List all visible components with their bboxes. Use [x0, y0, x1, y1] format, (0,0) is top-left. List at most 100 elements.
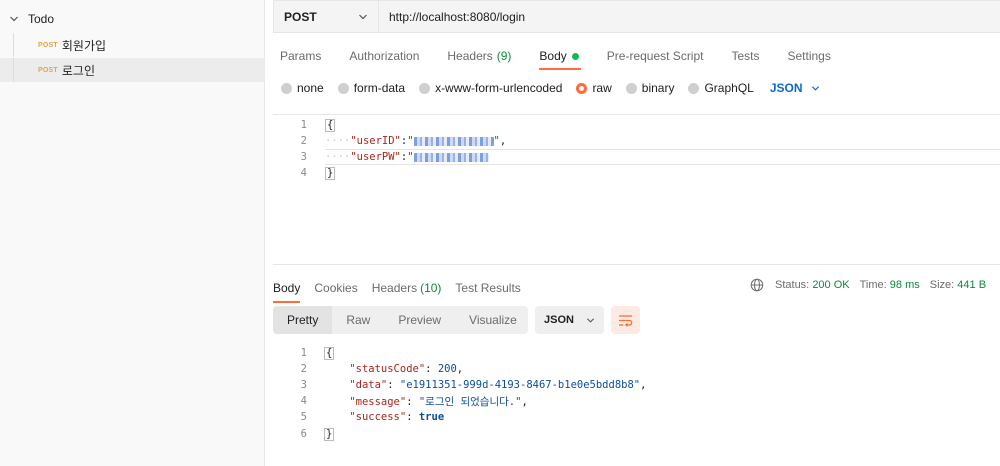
tree-guide	[13, 33, 14, 57]
json-value: "e1911351-999d-4193-8467-b1e0e5bdd8b8"	[399, 379, 641, 391]
tree-guide	[13, 58, 14, 82]
code-line: 4 }	[273, 165, 336, 181]
line-number: 5	[300, 411, 307, 423]
view-visualize-button[interactable]: Visualize	[455, 306, 531, 334]
body-type-raw[interactable]: raw	[576, 81, 612, 95]
method-select[interactable]: POST	[274, 1, 379, 32]
tab-body[interactable]: Body	[532, 42, 582, 70]
body-type-label: raw	[592, 81, 612, 95]
wrap-lines-icon	[619, 314, 633, 327]
tab-params[interactable]: Params	[273, 42, 321, 70]
tab-label: Headers	[371, 281, 418, 295]
wrap-lines-button[interactable]	[611, 306, 640, 334]
response-body[interactable]: 1 { 2 "statusCode": 200, 3 "data": "e191…	[273, 344, 1000, 454]
json-key: "message"	[349, 395, 407, 408]
body-type-binary[interactable]: binary	[625, 81, 675, 95]
chevron-down-icon[interactable]	[8, 13, 20, 25]
tab-label: Cookies	[314, 281, 358, 295]
size-readout[interactable]: Size: 441 B	[930, 279, 986, 291]
json-key: "statusCode"	[349, 363, 426, 375]
brace: {	[325, 118, 336, 132]
code-line: 2 ····"userID":" ",	[273, 133, 507, 149]
view-raw-button[interactable]: Raw	[332, 306, 384, 334]
redacted-value	[413, 136, 494, 146]
active-dot-icon	[571, 52, 579, 60]
collection-name: Todo	[28, 12, 55, 26]
json-value: "로그인 되었습니다."	[418, 395, 522, 408]
tab-headers[interactable]: Headers (9)	[440, 42, 511, 70]
sidebar-item-login[interactable]: POST 로그인	[0, 58, 265, 82]
line-number: 4	[300, 395, 307, 407]
request-name: 로그인	[61, 63, 95, 78]
time-label: Time:	[859, 279, 887, 291]
json-key: "data"	[349, 379, 388, 391]
method-tag: POST	[38, 41, 58, 49]
body-type-label: none	[297, 81, 324, 95]
tab-authorization[interactable]: Authorization	[342, 42, 419, 70]
radio-selected-icon[interactable]	[576, 82, 588, 94]
sidebar-item-signup[interactable]: POST 회원가입	[0, 33, 265, 57]
brace: {	[324, 346, 335, 360]
resp-tab-cookies[interactable]: Cookies	[314, 276, 357, 300]
size-label: Size:	[929, 279, 955, 291]
body-type-none[interactable]: none	[281, 81, 324, 95]
body-type-urlencoded[interactable]: x-www-form-urlencoded	[419, 81, 562, 95]
view-preview-button[interactable]: Preview	[384, 306, 455, 334]
line-number: 2	[300, 135, 307, 147]
method-tag: POST	[38, 66, 58, 74]
radio-icon[interactable]	[625, 82, 637, 94]
body-type-label: binary	[641, 81, 675, 95]
tab-settings[interactable]: Settings	[781, 42, 831, 70]
format-label: JSON	[544, 314, 574, 326]
brace: }	[325, 166, 336, 180]
status-label: Status:	[775, 279, 810, 291]
json-key: "userPW"	[350, 151, 401, 163]
view-pretty-button[interactable]: Pretty	[273, 306, 333, 334]
tab-label: Tests	[731, 49, 760, 63]
status-value: 200 OK	[812, 279, 850, 291]
url-input[interactable]	[379, 1, 979, 32]
radio-icon[interactable]	[688, 82, 700, 94]
size-value: 441 B	[957, 279, 987, 291]
tab-pre-request-script[interactable]: Pre-request Script	[600, 42, 704, 70]
line-number: 1	[300, 347, 307, 359]
resp-tab-test-results[interactable]: Test Results	[455, 276, 520, 300]
chevron-down-icon	[586, 317, 595, 323]
code-line: 3 "data": "e1911351-999d-4193-8467-b1e0e…	[273, 377, 647, 393]
resp-tab-headers[interactable]: Headers (10)	[372, 276, 442, 300]
brace: }	[324, 427, 335, 441]
redacted-value	[413, 152, 489, 162]
body-type-graphql[interactable]: GraphQL	[688, 81, 754, 95]
url-bar: POST	[273, 0, 1000, 33]
code-line: 1 {	[273, 345, 335, 361]
code-line: 2 "statusCode": 200,	[273, 361, 463, 377]
tab-tests[interactable]: Tests	[724, 42, 759, 70]
time-readout[interactable]: Time: 98 ms	[860, 279, 920, 291]
radio-icon[interactable]	[419, 82, 431, 94]
tab-label: Settings	[787, 49, 831, 63]
json-value: 200	[437, 363, 457, 375]
request-tabs: Params Authorization Headers (9) Body Pre…	[273, 42, 852, 70]
json-key: "userID"	[350, 135, 401, 147]
body-type-label: GraphQL	[704, 81, 754, 95]
tab-label: Body	[273, 281, 301, 295]
tab-count: (9)	[496, 49, 512, 63]
body-type-form-data[interactable]: form-data	[337, 81, 405, 95]
radio-icon[interactable]	[281, 82, 292, 94]
line-number: 3	[300, 379, 307, 391]
collection-todo[interactable]: Todo	[0, 8, 265, 30]
code-line: 4 "message": "로그인 되었습니다.",	[273, 393, 528, 409]
body-language-select[interactable]: JSON	[770, 81, 820, 95]
response-format-select[interactable]: JSON	[535, 306, 604, 334]
body-type-label: x-www-form-urlencoded	[435, 81, 563, 95]
response-meta: Status: 200 OK Time: 98 ms Size: 441 B	[750, 276, 996, 294]
json-value: true	[418, 411, 445, 423]
code-line: 5 "success": true	[273, 409, 444, 425]
request-body-editor[interactable]: 1 { 2 ····"userID":" ", 3 ····"userPW":" …	[273, 114, 1000, 265]
radio-icon[interactable]	[337, 82, 349, 94]
line-number: 6	[300, 428, 307, 440]
globe-icon[interactable]	[750, 278, 764, 292]
status-readout[interactable]: Status: 200 OK	[775, 279, 850, 291]
response-view-group: Pretty Raw Preview Visualize	[273, 306, 528, 334]
resp-tab-body[interactable]: Body	[273, 276, 301, 303]
